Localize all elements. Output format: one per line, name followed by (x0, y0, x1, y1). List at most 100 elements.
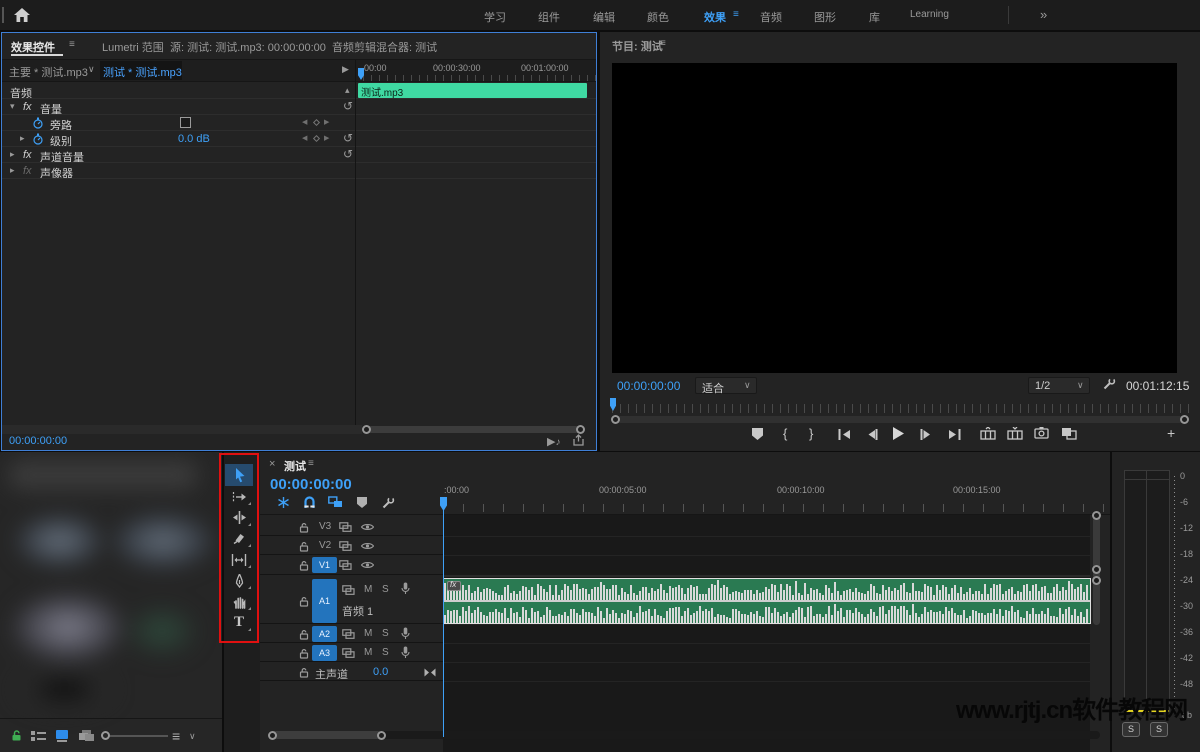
v3-source-patch-icon[interactable] (339, 522, 352, 532)
a1-voiceover-mic-icon[interactable] (401, 582, 410, 595)
a1-source-patch-icon[interactable] (342, 585, 355, 595)
level-stopwatch-icon[interactable] (32, 133, 44, 145)
a3-voiceover-mic-icon[interactable] (401, 646, 410, 659)
program-scrollbar-right-handle[interactable] (1180, 415, 1189, 424)
mark-out-button[interactable]: } (809, 426, 813, 441)
audio-clip-a1[interactable]: fx (443, 578, 1091, 624)
v1-track-badge[interactable]: V1 (312, 557, 337, 573)
fit-dropdown[interactable]: 适合 ∨ (695, 377, 757, 395)
menu-item-edit[interactable]: 编辑 (593, 9, 615, 25)
track-header-v2[interactable]: V2 (260, 537, 443, 555)
a1-track-badge[interactable]: A1 (312, 579, 337, 623)
add-marker-button[interactable] (752, 428, 763, 440)
extract-button[interactable] (1007, 427, 1023, 440)
tab-sequence[interactable]: 测试 (284, 458, 306, 474)
timeline-expand-arrow-icon[interactable]: ▶ (342, 64, 349, 75)
go-to-out-button[interactable] (947, 429, 961, 440)
timeline-hscroll-left-handle[interactable] (268, 731, 277, 740)
program-ruler[interactable] (612, 404, 1190, 413)
timeline-vscroll-bottom-handle[interactable] (1092, 576, 1101, 585)
a1-mute-button[interactable]: M (364, 584, 372, 595)
tab-effect-controls[interactable]: 效果控件 (11, 39, 55, 55)
home-button[interactable] (12, 5, 32, 25)
menu-item-color[interactable]: 颜色 (647, 9, 669, 25)
master-pan-icon[interactable] (424, 668, 436, 677)
menu-item-audio[interactable]: 音频 (760, 9, 782, 25)
timeline-add-marker-icon[interactable] (357, 497, 367, 508)
menu-overflow-button[interactable]: » (1040, 7, 1047, 22)
freeform-view-button[interactable] (78, 730, 95, 742)
button-editor-plus[interactable]: + (1167, 425, 1175, 441)
ecp-scrollbar-right-handle[interactable] (576, 425, 585, 434)
tab-lumetri-scopes[interactable]: Lumetri 范围 (102, 39, 164, 55)
panner-expand-icon[interactable]: ▸ (10, 165, 15, 176)
tab-audio-clip-mixer[interactable]: 音频剪辑混合器: 测试 (332, 39, 437, 55)
program-settings-wrench-icon[interactable] (1102, 377, 1116, 391)
level-add-keyframe-icon[interactable] (312, 134, 321, 143)
volume-expanded-icon[interactable]: ▾ (10, 101, 15, 112)
bypass-prev-keyframe-icon[interactable]: ◀ (302, 118, 307, 126)
effects-menu-icon[interactable]: ≡ (733, 9, 739, 20)
v2-source-patch-icon[interactable] (339, 541, 352, 551)
timeline-hscroll-right-handle[interactable] (377, 731, 386, 740)
nest-toggle-icon[interactable] (277, 496, 290, 509)
level-expand-icon[interactable]: ▸ (20, 133, 25, 144)
v3-track-label[interactable]: V3 (319, 521, 331, 532)
tab-program-monitor[interactable]: 节目: 测试 (612, 38, 663, 54)
comparison-view-button[interactable] (1061, 427, 1077, 440)
a3-mute-button[interactable]: M (364, 647, 372, 658)
selected-clip-box[interactable]: 测试 * 测试.mp3 (100, 61, 182, 80)
bypass-checkbox[interactable] (180, 117, 191, 128)
v2-toggle-output-eye-icon[interactable] (361, 542, 374, 550)
track-header-a2[interactable]: A2 M S (260, 625, 443, 643)
timeline-hscrollbar-track[interactable] (268, 731, 1100, 739)
play-audio-icon[interactable]: ▶♪ (547, 435, 560, 448)
mark-in-button[interactable]: { (783, 426, 787, 441)
export-frame-icon[interactable] (572, 434, 585, 447)
bypass-add-keyframe-icon[interactable] (312, 118, 321, 127)
ecp-mini-ruler[interactable]: 00:00 00:00:30:00 00:01:00:00 (355, 60, 596, 81)
timeline-hscrollbar-thumb[interactable] (270, 731, 382, 739)
list-view-button[interactable] (31, 731, 46, 741)
menu-item-assembly[interactable]: 组件 (538, 9, 560, 25)
effect-controls-panel-menu-icon[interactable]: ≡ (69, 39, 75, 50)
icon-view-button-active[interactable] (55, 730, 69, 742)
program-scrollbar-left-handle[interactable] (611, 415, 620, 424)
v3-toggle-output-eye-icon[interactable] (361, 523, 374, 531)
menu-item-graphics[interactable]: 图形 (814, 9, 836, 25)
v2-lock-icon[interactable] (299, 541, 309, 552)
level-reset-icon[interactable]: ↺ (343, 131, 353, 145)
timeline-playhead-line[interactable] (443, 497, 444, 737)
master-volume-value[interactable]: 0.0 (373, 666, 388, 678)
a1-track-name[interactable]: 音频 1 (342, 603, 373, 619)
volume-reset-icon[interactable]: ↺ (343, 99, 353, 113)
channel-volume-expand-icon[interactable]: ▸ (10, 149, 15, 160)
ecp-scrollbar-left-handle[interactable] (362, 425, 371, 434)
menu-item-library[interactable]: 库 (869, 9, 880, 25)
a2-source-patch-icon[interactable] (342, 629, 355, 639)
sort-chevron-icon[interactable]: ∨ (189, 731, 196, 742)
a2-voiceover-mic-icon[interactable] (401, 627, 410, 640)
step-back-button[interactable] (866, 429, 878, 440)
a2-solo-button[interactable]: S (382, 628, 389, 639)
v3-lock-icon[interactable] (299, 522, 309, 533)
program-panel-menu-icon[interactable]: ≡ (660, 38, 666, 49)
play-button[interactable] (891, 426, 905, 441)
track-header-a3[interactable]: A3 M S (260, 644, 443, 662)
a3-track-badge[interactable]: A3 (312, 645, 337, 661)
tab-source-monitor[interactable]: 源: 测试: 测试.mp3: 00:00:00:00 (170, 39, 326, 55)
a3-source-patch-icon[interactable] (342, 648, 355, 658)
clip-selector-chevron-icon[interactable]: ∨ (88, 64, 95, 75)
a1-solo-button[interactable]: S (382, 584, 389, 595)
master-clip-label[interactable]: 主要 * 测试.mp3 (9, 64, 88, 80)
v1-lock-icon[interactable] (299, 560, 309, 571)
level-next-keyframe-icon[interactable]: ▶ (324, 134, 329, 142)
export-frame-button[interactable] (1034, 427, 1049, 439)
track-header-v3[interactable]: V3 (260, 518, 443, 536)
a3-solo-button[interactable]: S (382, 647, 389, 658)
a2-lock-icon[interactable] (299, 629, 309, 640)
a3-lock-icon[interactable] (299, 648, 309, 659)
menu-item-learning[interactable]: Learning (910, 9, 949, 20)
step-forward-button[interactable] (920, 429, 932, 440)
menu-item-learn[interactable]: 学习 (484, 9, 506, 25)
